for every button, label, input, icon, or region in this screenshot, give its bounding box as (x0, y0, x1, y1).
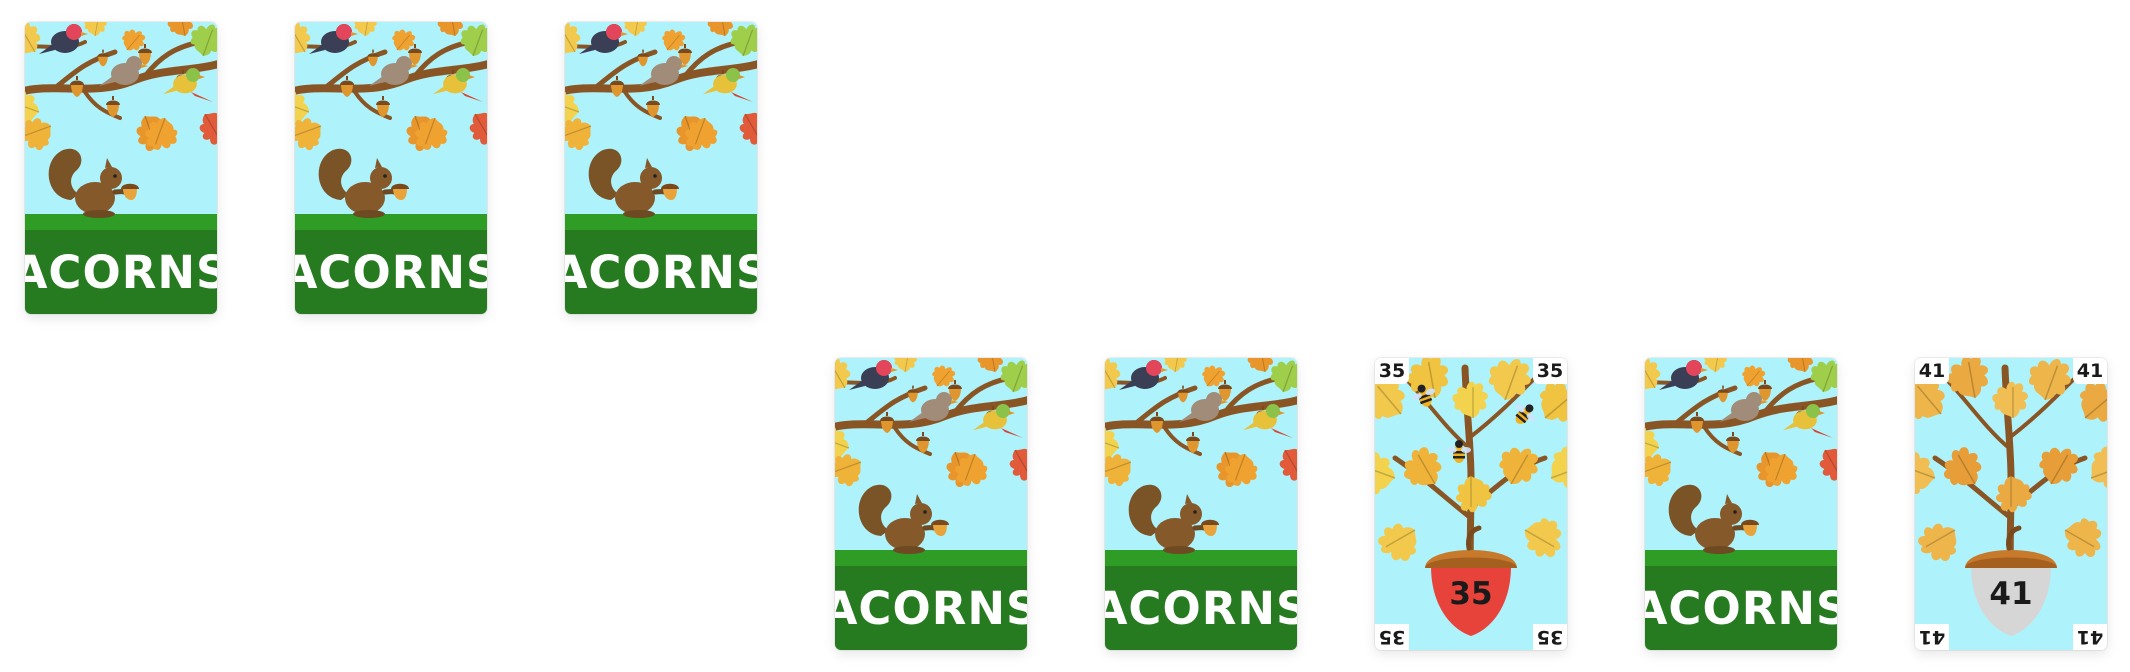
card-back[interactable]: ACORNS (1105, 358, 1297, 650)
card-back-label: ACORNS (1645, 581, 1837, 635)
card-41[interactable]: 41 41 41 41 41 (1915, 358, 2107, 650)
card-back-art (1105, 358, 1297, 566)
card-back-banner: ACORNS (565, 230, 757, 314)
card-back-art (25, 22, 217, 230)
card-back-banner: ACORNS (1105, 566, 1297, 650)
card-41-value: 41 (1989, 576, 2033, 612)
corner-value-top-left: 41 (1915, 358, 1949, 384)
card-back-art (295, 22, 487, 230)
card-35-value: 35 (1449, 576, 1493, 612)
corner-value-bottom-left: 35 (1375, 624, 1409, 650)
card-back[interactable]: ACORNS (295, 22, 487, 314)
corner-value-top-left: 35 (1375, 358, 1409, 384)
card-back-banner: ACORNS (25, 230, 217, 314)
corner-value-bottom-right: 35 (1533, 624, 1567, 650)
card-back[interactable]: ACORNS (25, 22, 217, 314)
card-back-banner: ACORNS (835, 566, 1027, 650)
card-back-art (835, 358, 1027, 566)
card-back-banner: ACORNS (1645, 566, 1837, 650)
card-back-label: ACORNS (295, 245, 487, 299)
card-back-art (565, 22, 757, 230)
card-back[interactable]: ACORNS (565, 22, 757, 314)
corner-value-top-right: 35 (1533, 358, 1567, 384)
corner-value-bottom-right: 41 (2073, 624, 2107, 650)
card-back-label: ACORNS (25, 245, 217, 299)
card-back-art (1645, 358, 1837, 566)
card-back[interactable]: ACORNS (835, 358, 1027, 650)
corner-value-bottom-left: 41 (1915, 624, 1949, 650)
card-back-banner: ACORNS (295, 230, 487, 314)
corner-value-top-right: 41 (2073, 358, 2107, 384)
card-back-label: ACORNS (565, 245, 757, 299)
card-back-label: ACORNS (1105, 581, 1297, 635)
card-back-label: ACORNS (835, 581, 1027, 635)
card-back[interactable]: ACORNS (1645, 358, 1837, 650)
card-35[interactable]: 35 35 35 35 35 (1375, 358, 1567, 650)
